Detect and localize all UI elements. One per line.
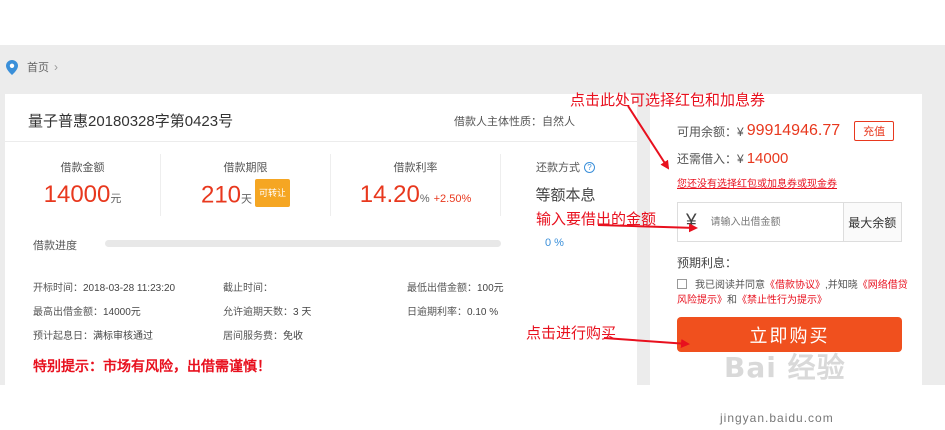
amount-input-group: ¥ 最大余额 — [677, 202, 902, 242]
available-value: 99914946.77 — [746, 122, 841, 139]
transferable-badge: 可转让 — [255, 179, 291, 207]
info-min-amount: 最低出借金额：100元 — [407, 283, 504, 294]
breadcrumb: 首页 › — [6, 59, 58, 75]
stat-rate-unit: % — [419, 193, 430, 205]
loan-title-row: 量子普惠20180328字第0423号 借款人主体性质：自然人 — [5, 94, 637, 142]
yen-icon: ¥ — [685, 211, 697, 232]
stat-amount: 借款金额 14000元 — [5, 154, 160, 216]
stat-rate-label: 借款利率 — [393, 162, 438, 174]
agreement-link-loan[interactable]: 《借款协议》 — [765, 280, 825, 291]
stat-term-value: 210 — [200, 181, 242, 209]
progress-label: 借款进度 — [33, 240, 77, 252]
watermark-logo: Bai 经验 — [724, 351, 846, 384]
invest-panel: 可用余额：¥ 99914946.77 充值 还需借入：¥ 14000 您还没有选择… — [650, 94, 922, 385]
progress-bar — [105, 240, 501, 247]
annotation-buy: 点击进行购买 — [526, 326, 617, 342]
location-pin-icon — [6, 59, 18, 75]
product-title: 量子普惠20180328字第0423号 — [28, 113, 234, 130]
recharge-button[interactable]: 充值 — [854, 121, 895, 141]
agreement-checkbox[interactable] — [677, 279, 687, 289]
risk-warning: 特别提示：市场有风险，出借需谨慎！ — [33, 358, 271, 374]
annotation-coupon: 点击此处可选择红包和加息券 — [570, 93, 766, 109]
loan-stats: 借款金额 14000元 借款期限 210天可转让 借款利率 14.20% +2.5… — [5, 154, 637, 216]
stat-rate-extra: +2.50% — [433, 193, 472, 205]
info-end-time: 截止时间： — [223, 283, 273, 294]
stat-rate: 借款利率 14.20% +2.50% — [330, 154, 500, 216]
stat-term: 借款期限 210天可转让 — [160, 154, 330, 216]
info-service-fee: 居间服务费：免收 — [223, 331, 303, 342]
info-max-amount: 最高出借金额：14000元 — [33, 307, 141, 318]
need-label: 还需借入：¥ — [677, 152, 744, 166]
stat-amount-unit: 元 — [110, 193, 122, 205]
info-start-time: 开标时间：2018-03-28 11:23:20 — [33, 283, 176, 294]
need-value: 14000 — [746, 150, 789, 167]
page-content: 首页 › 量子普惠20180328字第0423号 借款人主体性质：自然人 借款金… — [0, 45, 945, 385]
coupon-link[interactable]: 您还没有选择红包或加息券或现金券 — [677, 175, 837, 190]
watermark: Bai 经验 jingyan.baidu.com — [718, 346, 918, 426]
stat-amount-value: 14000 — [43, 181, 111, 208]
stat-repay: 还款方式? 等额本息 — [500, 154, 630, 216]
info-overdue-days: 允许逾期天数：3 天 — [223, 307, 312, 318]
progress-percent: 0 % — [545, 237, 564, 249]
annotation-input: 输入要借出的金额 — [536, 212, 657, 228]
stat-term-unit: 天 — [241, 193, 253, 206]
watermark-url: jingyan.baidu.com — [720, 411, 834, 425]
stat-rate-value: 14.20 — [359, 181, 420, 208]
agreement-link-prohibited[interactable]: 《禁止性行为提示》 — [737, 295, 827, 306]
chevron-right-icon: › — [54, 60, 58, 74]
breadcrumb-home[interactable]: 首页 — [27, 59, 49, 75]
stat-repay-label: 还款方式 — [536, 162, 580, 174]
help-icon[interactable]: ? — [584, 162, 595, 173]
stat-repay-value: 等额本息 — [535, 187, 596, 204]
info-overdue-rate: 日逾期利率：0.10 % — [407, 307, 499, 318]
expected-interest: 预期利息： — [677, 256, 738, 270]
amount-input[interactable] — [704, 203, 843, 241]
borrower-type: 借款人主体性质：自然人 — [454, 116, 575, 128]
agreement-row: 我已阅读并同意《借款协议》,并知晓《网络借贷风险提示》和《禁止性行为提示》 — [677, 279, 908, 306]
available-balance: 可用余额：¥ 99914946.77 充值 — [677, 121, 895, 141]
available-label: 可用余额：¥ — [677, 124, 744, 139]
max-balance-button[interactable]: 最大余额 — [842, 203, 901, 241]
stat-amount-label: 借款金额 — [60, 162, 105, 174]
remaining-amount: 还需借入：¥ 14000 — [677, 150, 788, 167]
info-interest-start: 预计起息日：满标审核通过 — [33, 331, 153, 342]
progress-row: 借款进度 0 % — [33, 235, 593, 252]
stat-term-label: 借款期限 — [223, 162, 268, 174]
